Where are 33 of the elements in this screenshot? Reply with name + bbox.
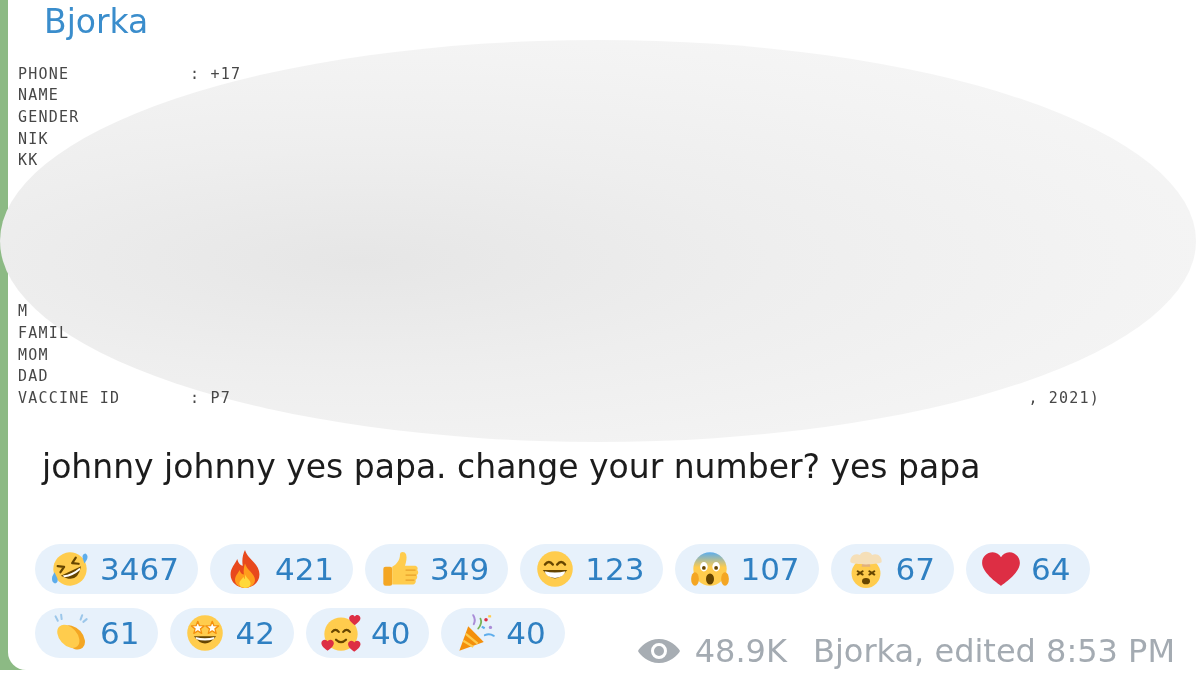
reaction-chip[interactable]: 3467 (35, 543, 198, 594)
reaction-chip[interactable]: 40 (441, 607, 565, 658)
grinning-face-icon (535, 548, 576, 589)
data-label: NAME (18, 86, 59, 105)
data-label: NIK (18, 129, 49, 148)
reaction-chip[interactable]: 42 (170, 607, 294, 658)
data-label: KK (18, 151, 39, 170)
eye-icon (636, 637, 681, 664)
reaction-chip[interactable]: 67 (830, 543, 955, 594)
reaction-chip[interactable]: 61 (35, 607, 159, 658)
party-popper-icon (456, 612, 497, 653)
reaction-chip[interactable]: 123 (520, 543, 664, 594)
data-label: VACCINE ID (18, 388, 121, 407)
face-with-hearts-icon (320, 612, 361, 653)
data-value: : P7 (190, 388, 231, 407)
data-label: FAMIL (18, 323, 70, 342)
data-label: MOM (18, 345, 49, 364)
reaction-chip[interactable]: 64 (966, 543, 1090, 594)
reaction-chip[interactable]: 421 (209, 543, 354, 594)
view-count: 48.9K (694, 632, 787, 669)
sender-name[interactable]: Bjorka (44, 0, 149, 44)
data-label: DAD (18, 367, 49, 386)
reaction-chip[interactable]: 349 (365, 543, 509, 594)
star-eyes-face-icon (185, 612, 226, 653)
reaction-chip[interactable]: 107 (675, 543, 819, 594)
data-label: M (18, 302, 29, 321)
message-text: johnny johnny yes papa. change your number? yes papa (42, 445, 981, 488)
data-value: : +17 (190, 64, 242, 83)
data-label: GENDER (18, 108, 80, 126)
data-label: PHONE (18, 64, 70, 83)
reaction-chip[interactable]: 40 (305, 607, 430, 658)
data-value: , 2021) (1028, 388, 1100, 407)
message-signature: Bjorka, edited 8:53 PM (812, 632, 1175, 669)
